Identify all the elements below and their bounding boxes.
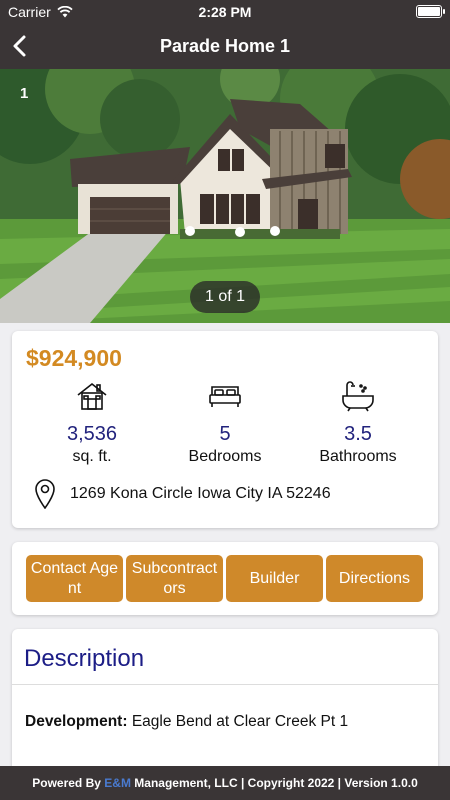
subcontractors-button[interactable]: Subcontractors (126, 555, 223, 602)
page-title: Parade Home 1 (159, 36, 291, 56)
sqft-value: 3,536 (66, 423, 118, 445)
navigation-bar: Carrier 2:28 PM Parade Home 1 (0, 0, 450, 69)
battery-icon (416, 5, 445, 18)
footer-brand: E&M (104, 776, 131, 790)
bedrooms-value: 5 (219, 423, 231, 445)
listing-summary-card: $924,900 3,536 sq. ft. 5 Bedrooms 3.5 Ba… (12, 331, 438, 528)
footer: Powered By E&M Management, LLC | Copyrig… (0, 766, 450, 800)
photo-index: 1 (20, 85, 29, 102)
builder-button[interactable]: Builder (226, 555, 323, 602)
divider (12, 684, 438, 685)
actions-card: Contact Agent Subcontractors Builder Dir… (12, 542, 438, 615)
house-icon (77, 382, 107, 410)
bed-icon (209, 386, 241, 407)
directions-button[interactable]: Directions (326, 555, 423, 602)
footer-suffix: Management, LLC | Copyright 2022 | Versi… (130, 776, 418, 790)
contact-agent-button[interactable]: Contact Agent (26, 555, 123, 602)
address-text: 1269 Kona Circle Iowa City IA 52246 (70, 485, 331, 502)
bedrooms-label: Bedrooms (188, 448, 262, 465)
development-row: Development: Eagle Bend at Clear Creek P… (25, 713, 348, 731)
photo-counter: 1 of 1 (190, 281, 260, 313)
price: $924,900 (26, 345, 122, 371)
location-pin-icon (35, 479, 55, 509)
bathrooms-value: 3.5 (344, 423, 372, 445)
bathrooms-label: Bathrooms (319, 448, 397, 465)
sqft-label: sq. ft. (72, 448, 112, 465)
bathtub-icon (342, 381, 374, 412)
stat-sqft: 3,536 sq. ft. (22, 379, 162, 466)
footer-prefix: Powered By (32, 776, 105, 790)
stat-bathrooms: 3.5 Bathrooms (288, 379, 428, 466)
development-value: Eagle Bend at Clear Creek Pt 1 (131, 713, 349, 730)
stat-bedrooms: 5 Bedrooms (155, 379, 295, 466)
status-bar: Carrier 2:28 PM (0, 0, 450, 24)
description-heading: Description (24, 645, 145, 672)
address-row[interactable]: 1269 Kona Circle Iowa City IA 52246 (34, 479, 331, 509)
development-label: Development: (25, 713, 128, 730)
clock: 2:28 PM (198, 4, 252, 20)
